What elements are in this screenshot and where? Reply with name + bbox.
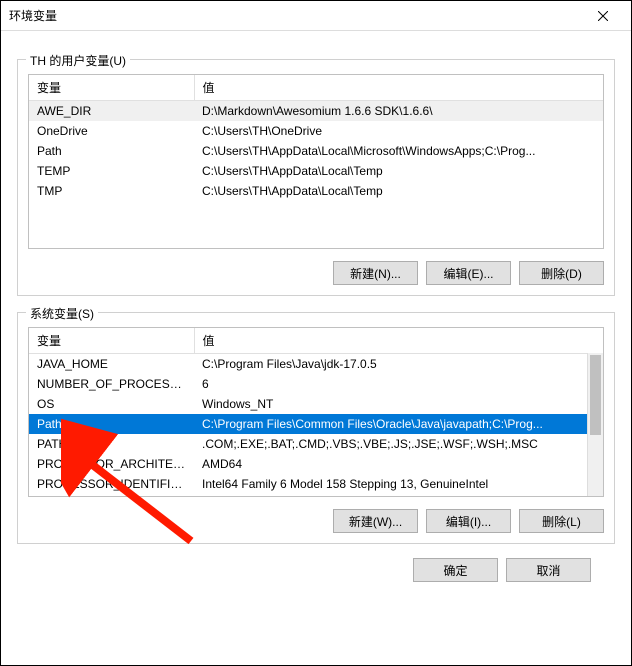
close-button[interactable] — [583, 2, 623, 30]
cell-var: NUMBER_OF_PROCESSORS — [29, 374, 194, 394]
sys-vars-group: 系统变量(S) 变量 值 JAVA_HOME C:\Program Files\… — [17, 312, 615, 544]
scroll-thumb[interactable] — [590, 355, 601, 435]
table-row[interactable]: JAVA_HOME C:\Program Files\Java\jdk-17.0… — [29, 354, 603, 375]
cell-val: 6 — [194, 374, 603, 394]
edit-user-var-button[interactable]: 编辑(E)... — [426, 261, 511, 285]
cell-val: C:\Users\TH\OneDrive — [194, 121, 603, 141]
cell-var: OneDrive — [29, 121, 194, 141]
col-header-var[interactable]: 变量 — [29, 75, 194, 101]
new-sys-var-button[interactable]: 新建(W)... — [333, 509, 418, 533]
sys-vars-table-wrap: 变量 值 JAVA_HOME C:\Program Files\Java\jdk… — [28, 327, 604, 497]
table-row[interactable]: AWE_DIR D:\Markdown\Awesomium 1.6.6 SDK\… — [29, 101, 603, 122]
cell-var: OS — [29, 394, 194, 414]
table-row[interactable]: OS Windows_NT — [29, 394, 603, 414]
close-icon — [598, 11, 608, 21]
cell-var: Path — [29, 141, 194, 161]
cell-var: AWE_DIR — [29, 101, 194, 122]
cell-val: Windows_NT — [194, 394, 603, 414]
cell-var: TEMP — [29, 161, 194, 181]
cell-var: PATHEXT — [29, 434, 194, 454]
user-vars-table[interactable]: 变量 值 AWE_DIR D:\Markdown\Awesomium 1.6.6… — [29, 75, 603, 201]
table-row[interactable]: PROCESSOR_IDENTIFIER Intel64 Family 6 Mo… — [29, 474, 603, 494]
cell-val: C:\Users\TH\AppData\Local\Temp — [194, 181, 603, 201]
user-vars-buttons: 新建(N)... 编辑(E)... 删除(D) — [28, 261, 604, 285]
cell-var: Path — [29, 414, 194, 434]
scrollbar[interactable] — [587, 353, 603, 496]
table-row[interactable]: TEMP C:\Users\TH\AppData\Local\Temp — [29, 161, 603, 181]
user-vars-table-wrap: 变量 值 AWE_DIR D:\Markdown\Awesomium 1.6.6… — [28, 74, 604, 249]
cell-val: D:\Markdown\Awesomium 1.6.6 SDK\1.6.6\ — [194, 101, 603, 122]
cancel-button[interactable]: 取消 — [506, 558, 591, 582]
ok-button[interactable]: 确定 — [413, 558, 498, 582]
cell-val: C:\Users\TH\AppData\Local\Temp — [194, 161, 603, 181]
cell-val: C:\Program Files\Common Files\Oracle\Jav… — [194, 414, 603, 434]
dialog-buttons: 确定 取消 — [17, 544, 615, 582]
delete-sys-var-button[interactable]: 删除(L) — [519, 509, 604, 533]
table-row[interactable]: PATHEXT .COM;.EXE;.BAT;.CMD;.VBS;.VBE;.J… — [29, 434, 603, 454]
table-row-selected[interactable]: Path C:\Program Files\Common Files\Oracl… — [29, 414, 603, 434]
cell-val: C:\Program Files\Java\jdk-17.0.5 — [194, 354, 603, 375]
sys-vars-buttons: 新建(W)... 编辑(I)... 删除(L) — [28, 509, 604, 533]
window-title: 环境变量 — [9, 7, 583, 24]
col-header-val[interactable]: 值 — [194, 328, 603, 354]
user-vars-label: TH 的用户变量(U) — [26, 52, 130, 69]
sys-vars-label: 系统变量(S) — [26, 305, 98, 322]
delete-user-var-button[interactable]: 删除(D) — [519, 261, 604, 285]
titlebar: 环境变量 — [1, 1, 631, 31]
cell-var: JAVA_HOME — [29, 354, 194, 375]
table-row[interactable]: TMP C:\Users\TH\AppData\Local\Temp — [29, 181, 603, 201]
edit-sys-var-button[interactable]: 编辑(I)... — [426, 509, 511, 533]
table-row[interactable]: Path C:\Users\TH\AppData\Local\Microsoft… — [29, 141, 603, 161]
col-header-var[interactable]: 变量 — [29, 328, 194, 354]
new-user-var-button[interactable]: 新建(N)... — [333, 261, 418, 285]
cell-var: PROCESSOR_IDENTIFIER — [29, 474, 194, 494]
col-header-val[interactable]: 值 — [194, 75, 603, 101]
cell-val: C:\Users\TH\AppData\Local\Microsoft\Wind… — [194, 141, 603, 161]
cell-val: AMD64 — [194, 454, 603, 474]
table-row[interactable]: OneDrive C:\Users\TH\OneDrive — [29, 121, 603, 141]
cell-var: PROCESSOR_ARCHITECT... — [29, 454, 194, 474]
sys-vars-table[interactable]: 变量 值 JAVA_HOME C:\Program Files\Java\jdk… — [29, 328, 603, 494]
cell-var: TMP — [29, 181, 194, 201]
table-row[interactable]: PROCESSOR_ARCHITECT... AMD64 — [29, 454, 603, 474]
user-vars-group: TH 的用户变量(U) 变量 值 AWE_DIR D:\Markdown\Awe… — [17, 59, 615, 296]
cell-val: .COM;.EXE;.BAT;.CMD;.VBS;.VBE;.JS;.JSE;.… — [194, 434, 603, 454]
cell-val: Intel64 Family 6 Model 158 Stepping 13, … — [194, 474, 603, 494]
table-row[interactable]: NUMBER_OF_PROCESSORS 6 — [29, 374, 603, 394]
